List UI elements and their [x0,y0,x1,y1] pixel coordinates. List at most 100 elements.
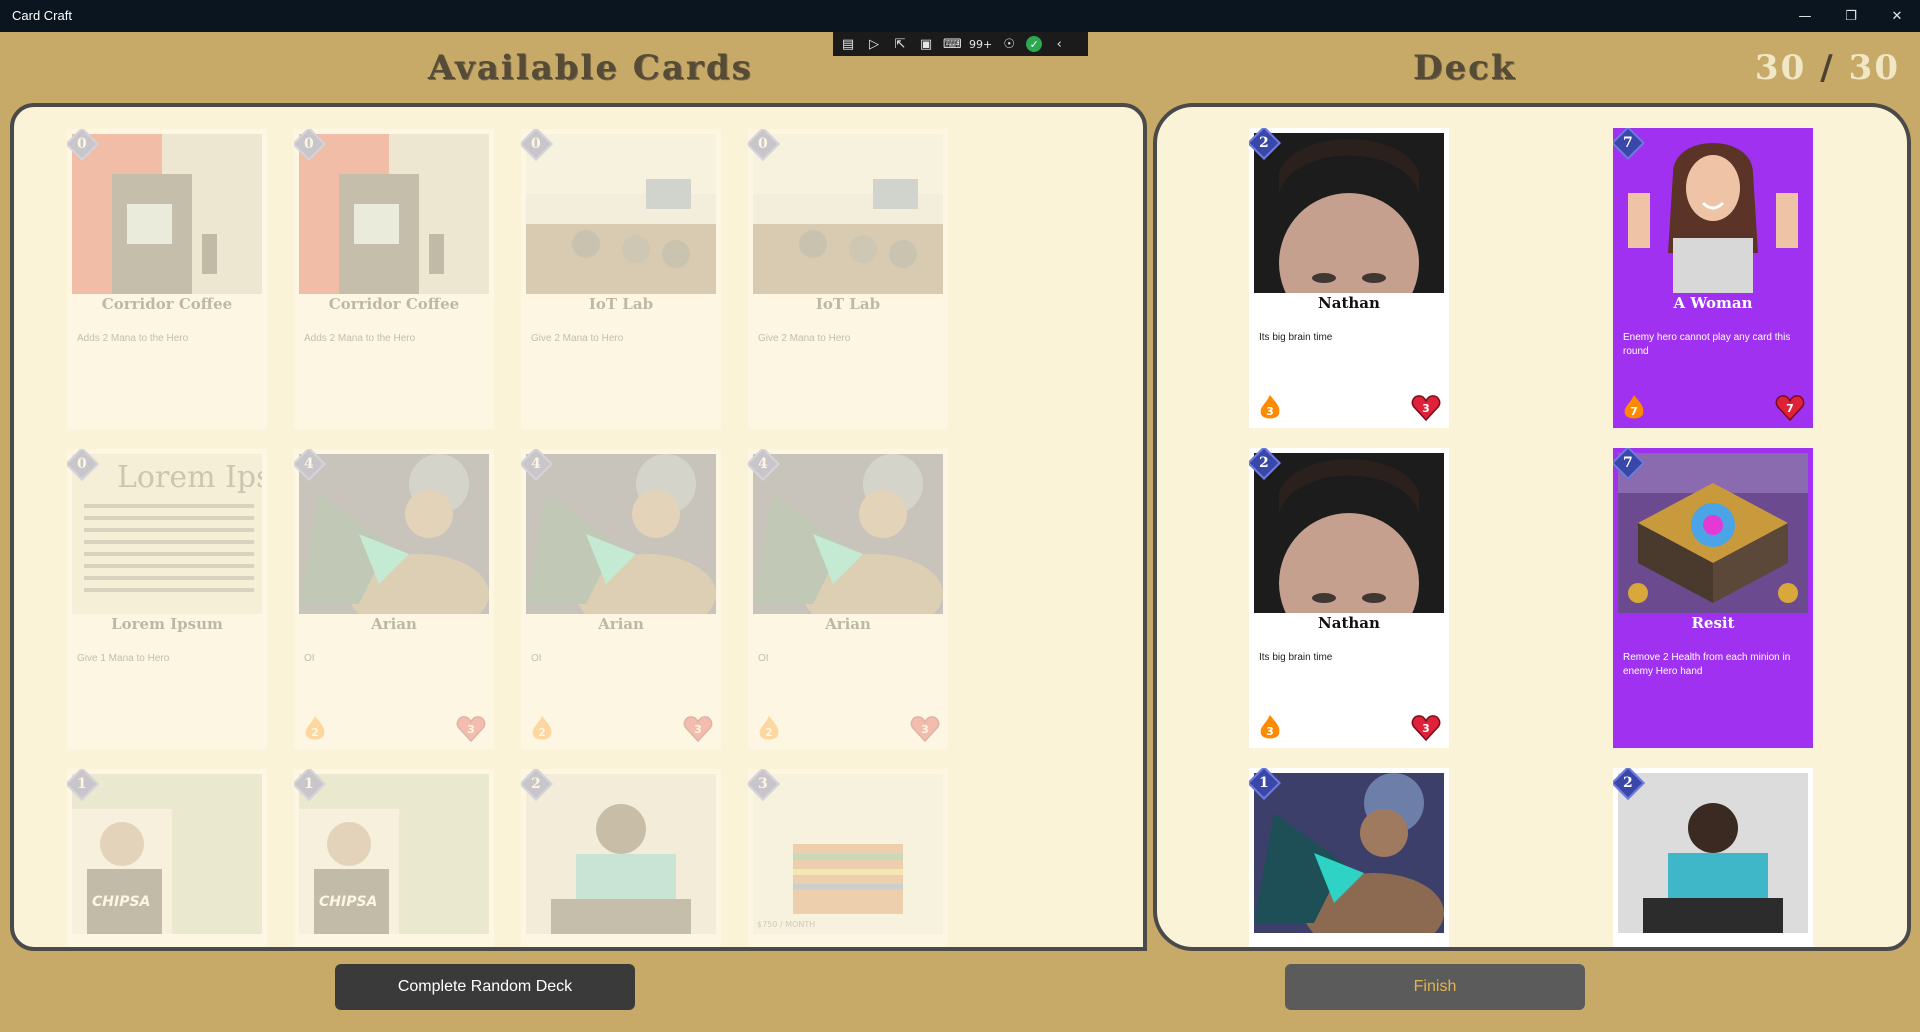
card-description: Adds 2 Mana to the Hero [77,333,189,344]
attack-flame-icon: 7 [1624,395,1644,419]
card-art [1254,773,1444,933]
deck-card-resit[interactable]: 7 Resit Remove 2 Health from each minion… [1613,448,1813,748]
available-cards-panel[interactable]: 0 Corridor Coffee Adds 2 Mana to the Her… [10,103,1147,951]
finish-button[interactable]: Finish [1285,964,1585,1010]
deck-count-separator: / [1820,48,1835,88]
chipsa-art-text: CHIPSA [319,894,378,910]
deck-count-max: 30 [1848,48,1900,88]
card-description: OI [531,653,542,664]
attack-flame-icon: 2 [305,716,325,740]
card-arian[interactable]: 4 Arian OI 2 3 [294,449,494,749]
card-praying-person[interactable]: 2 [521,769,721,947]
card-art: CHIPSA [72,774,262,934]
card-name: Lorem Ipsum [111,615,223,633]
card-art [1618,453,1808,613]
card-name: Arian [825,615,871,633]
card-art [526,454,716,614]
svg-text:7: 7 [1630,405,1638,418]
live-tree-icon[interactable]: ▤ [839,37,857,52]
deck-heading: Deck [1413,48,1517,88]
card-corridor-coffee[interactable]: 0 Corridor Coffee Adds 2 Mana to the Her… [67,129,267,429]
card-description: Its big brain time [1259,652,1333,663]
record-icon[interactable]: ▷ [865,37,883,52]
complete-random-deck-button[interactable]: Complete Random Deck [335,964,635,1010]
health-heart-icon: 3 [456,716,486,743]
card-art [299,134,489,294]
card-name: A Woman [1673,294,1753,312]
card-lorem-ipsum[interactable]: Lorem Ips 0 Lorem Ipsum Give 1 Mana to H… [67,449,267,749]
card-iot-lab[interactable]: 0 IoT Lab Give 2 Mana to Hero [748,129,948,429]
card-description: Give 1 Mana to Hero [77,653,170,664]
card-description: Its big brain time [1259,332,1333,343]
close-icon: ✕ [1891,8,1903,24]
svg-text:2: 2 [538,726,546,739]
card-corridor-coffee[interactable]: 0 Corridor Coffee Adds 2 Mana to the Her… [294,129,494,429]
deck-card-nathan[interactable]: 2 Nathan Its big brain time 3 3 [1249,448,1449,748]
track-focus-icon[interactable]: ⌨ [943,37,962,52]
health-heart-icon: 3 [1411,395,1441,422]
select-element-icon[interactable]: ⇱ [891,37,909,52]
attack-flame-icon: 3 [1260,395,1280,419]
card-art [299,454,489,614]
svg-text:3: 3 [694,723,702,736]
layout-adorners-icon[interactable]: ▣ [917,37,935,52]
card-art [1618,773,1808,933]
debug-toolbar: ▤ ▷ ⇱ ▣ ⌨ 99+ ☉ ✓ ‹ [833,32,1088,56]
card-name: IoT Lab [588,295,654,313]
attack-flame-icon: 3 [1260,715,1280,739]
chipsa-art-text: CHIPSA [92,894,151,910]
card-description: OI [304,653,315,664]
card-name: Corridor Coffee [101,295,233,313]
card-description: Give 2 Mana to Hero [758,333,851,344]
card-room-listing[interactable]: $750 / MONTH 3 [748,769,948,947]
minimize-button[interactable]: — [1782,0,1828,32]
card-art [72,134,262,294]
card-name: Nathan [1318,294,1380,312]
restore-icon: ❐ [1845,8,1857,24]
card-name: Arian [371,615,417,633]
minimize-icon: — [1798,8,1812,24]
card-art [1618,133,1808,293]
card-arian[interactable]: 4 Arian OI 2 3 [748,449,948,749]
svg-text:3: 3 [1422,722,1430,735]
health-heart-icon: 3 [683,716,713,743]
deck-counter: 30 / 30 [1755,48,1900,88]
card-art [1254,133,1444,293]
card-name: IoT Lab [815,295,881,313]
deck-card-a-woman[interactable]: 7 A Woman Enemy hero cannot play any car… [1613,128,1813,428]
accessibility-icon[interactable]: ☉ [1000,37,1018,52]
svg-text:3: 3 [921,723,929,736]
card-art: $750 / MONTH [753,774,943,934]
deck-card-praying-person[interactable]: 2 [1613,768,1813,947]
svg-text:3: 3 [1266,405,1274,418]
card-name: Corridor Coffee [328,295,460,313]
svg-text:2: 2 [765,726,773,739]
svg-text:3: 3 [467,723,475,736]
card-description: Enemy hero cannot play any card this rou… [1623,332,1791,357]
health-heart-icon: 3 [1411,715,1441,742]
svg-text:7: 7 [1786,402,1794,415]
collapse-chevron-icon[interactable]: ‹ [1050,37,1068,52]
deck-panel[interactable]: 2 Nathan Its big brain time 3 3 7 A Woma… [1153,103,1911,951]
card-name: Nathan [1318,614,1380,632]
deck-card-warrior[interactable]: 1 [1249,768,1449,947]
card-arian[interactable]: 4 Arian OI 2 3 [521,449,721,749]
listing-price-text: $750 / MONTH [757,920,816,929]
close-button[interactable]: ✕ [1874,0,1920,32]
check-icon[interactable]: ✓ [1026,36,1043,52]
binding-failures-badge[interactable]: 99+ [969,38,992,51]
card-iot-lab[interactable]: 0 IoT Lab Give 2 Mana to Hero [521,129,721,429]
available-cards-heading: Available Cards [428,48,753,88]
card-name: Resit [1691,614,1735,632]
card-art [753,454,943,614]
restore-button[interactable]: ❐ [1828,0,1874,32]
attack-flame-icon: 2 [759,716,779,740]
card-art: CHIPSA [299,774,489,934]
window-titlebar: Card Craft — ❐ ✕ [0,0,1920,32]
deck-card-nathan[interactable]: 2 Nathan Its big brain time 3 3 [1249,128,1449,428]
card-chipsa[interactable]: CHIPSA 1 [294,769,494,947]
deck-count-current: 30 [1754,48,1807,88]
card-name: Arian [598,615,644,633]
card-chipsa[interactable]: CHIPSA 1 [67,769,267,947]
attack-flame-icon: 2 [532,716,552,740]
